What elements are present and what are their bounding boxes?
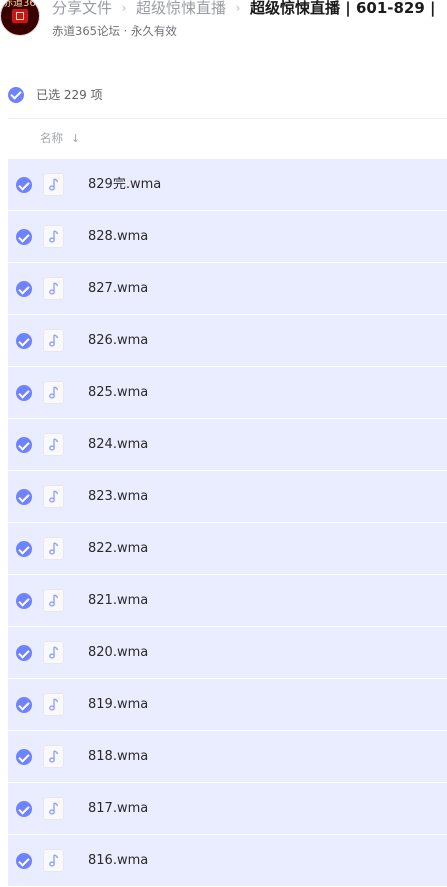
file-row[interactable]: 828.wma	[8, 211, 447, 262]
file-name: 818.wma	[88, 749, 149, 764]
row-checkbox[interactable]	[16, 489, 32, 505]
row-checkbox[interactable]	[16, 229, 32, 245]
file-row[interactable]: 816.wma	[8, 835, 447, 886]
row-checkbox[interactable]	[16, 541, 32, 557]
file-row[interactable]: 823.wma	[8, 471, 447, 522]
file-name: 825.wma	[88, 385, 149, 400]
row-checkbox[interactable]	[16, 593, 32, 609]
audio-file-icon	[43, 329, 64, 352]
file-name: 823.wma	[88, 489, 149, 504]
file-row[interactable]: 829完.wma	[8, 159, 447, 210]
audio-file-icon	[43, 381, 64, 404]
row-checkbox[interactable]	[16, 749, 32, 765]
audio-file-icon	[43, 797, 64, 820]
audio-file-icon	[43, 641, 64, 664]
row-checkbox[interactable]	[16, 333, 32, 349]
column-header-label: 名称	[40, 131, 63, 145]
audio-file-icon	[43, 173, 64, 196]
file-row[interactable]: 820.wma	[8, 627, 447, 678]
row-checkbox[interactable]	[16, 697, 32, 713]
audio-file-icon	[43, 589, 64, 612]
file-name: 827.wma	[88, 281, 149, 296]
file-name: 819.wma	[88, 697, 149, 712]
file-name: 829完.wma	[88, 177, 162, 192]
row-checkbox[interactable]	[16, 177, 32, 193]
row-checkbox[interactable]	[16, 437, 32, 453]
file-row[interactable]: 827.wma	[8, 263, 447, 314]
row-checkbox[interactable]	[16, 645, 32, 661]
breadcrumb-current: 超级惊悚直播 | 601-829 |	[250, 0, 436, 17]
file-name: 821.wma	[88, 593, 149, 608]
selection-count: 已选 229 项	[36, 88, 103, 102]
file-name: 820.wma	[88, 645, 149, 660]
audio-file-icon	[43, 433, 64, 456]
file-name: 824.wma	[88, 437, 149, 452]
row-checkbox[interactable]	[16, 801, 32, 817]
column-header-name[interactable]: 名称 ↓	[40, 130, 80, 146]
selection-bar: 已选 229 项	[8, 84, 103, 103]
chevron-right-icon: ›	[121, 1, 127, 15]
file-name: 828.wma	[88, 229, 149, 244]
audio-file-icon	[43, 485, 64, 508]
divider	[8, 118, 447, 119]
audio-file-icon	[43, 277, 64, 300]
select-all-checkbox[interactable]	[8, 86, 24, 103]
arrow-down-icon[interactable]: ↓	[71, 132, 80, 145]
audio-file-icon	[43, 693, 64, 716]
audio-file-icon	[43, 225, 64, 248]
file-row[interactable]: 826.wma	[8, 315, 447, 366]
file-row[interactable]: 824.wma	[8, 419, 447, 470]
avatar-label: 赤道365	[3, 0, 40, 9]
file-name: 826.wma	[88, 333, 149, 348]
chevron-right-icon: ›	[235, 1, 241, 15]
file-row[interactable]: 818.wma	[8, 731, 447, 782]
breadcrumb: 分享文件 › 超级惊悚直播 › 超级惊悚直播 | 601-829 |	[52, 0, 436, 19]
breadcrumb-root[interactable]: 分享文件	[52, 0, 112, 19]
audio-file-icon	[43, 745, 64, 768]
audio-file-icon	[43, 849, 64, 872]
file-name: 816.wma	[88, 853, 149, 868]
file-name: 817.wma	[88, 801, 149, 816]
file-row[interactable]: 821.wma	[8, 575, 447, 626]
file-row[interactable]: 819.wma	[8, 679, 447, 730]
row-checkbox[interactable]	[16, 281, 32, 297]
file-row[interactable]: 825.wma	[8, 367, 447, 418]
breadcrumb-parent[interactable]: 超级惊悚直播	[136, 0, 226, 19]
audio-file-icon	[43, 537, 64, 560]
row-checkbox[interactable]	[16, 853, 32, 869]
seal-logo-icon	[12, 9, 28, 23]
avatar[interactable]: 赤道365	[0, 0, 40, 36]
file-row[interactable]: 817.wma	[8, 783, 447, 834]
share-owner-info: 赤道365论坛 · 永久有效	[52, 24, 177, 38]
share-header: 赤道365 分享文件 › 超级惊悚直播 › 超级惊悚直播 | 601-829 | 赤道3…	[0, 0, 447, 48]
file-name: 822.wma	[88, 541, 149, 556]
file-list: 829完.wma 828.wma 827.wma 826.wma 825.wma 824.…	[8, 159, 447, 887]
row-checkbox[interactable]	[16, 385, 32, 401]
file-row[interactable]: 822.wma	[8, 523, 447, 574]
